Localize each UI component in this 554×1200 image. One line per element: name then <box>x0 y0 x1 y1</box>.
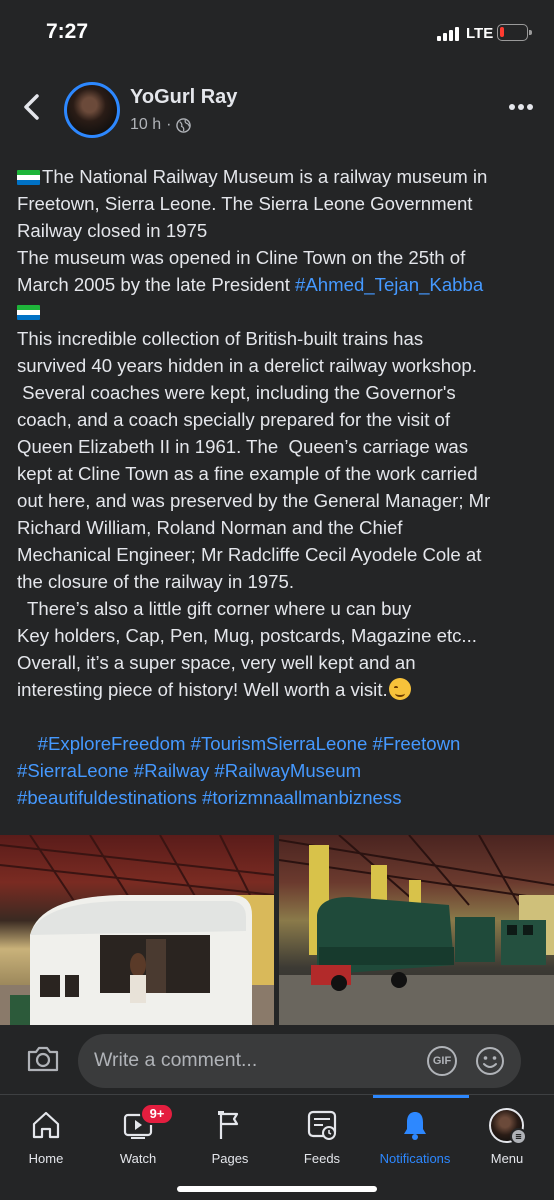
hashtag-link[interactable]: #ExploreFreedom #TourismSierraLeone #Fre… <box>38 733 461 754</box>
author-avatar[interactable] <box>64 82 120 138</box>
watch-badge: 9+ <box>140 1103 174 1125</box>
post-text-segment: Mechanical Engineer; Mr Radcliffe Cecil … <box>17 544 482 565</box>
post-line: Freetown, Sierra Leone. The Sierra Leone… <box>17 190 539 217</box>
sierra-leone-flag-icon <box>17 305 40 320</box>
sierra-leone-flag-icon <box>17 170 40 185</box>
post-line: Richard William, Roland Norman and the C… <box>17 514 539 541</box>
more-options-icon[interactable] <box>509 104 537 112</box>
gif-button[interactable]: GIF <box>427 1046 457 1076</box>
post-text: The National Railway Museum is a railway… <box>17 163 539 811</box>
hashtag-link[interactable]: #Ahmed_Tejan_Kabba <box>295 274 483 295</box>
post-line: #SierraLeone #Railway #RailwayMuseum <box>17 757 539 784</box>
smiling-emoji-icon <box>388 678 411 700</box>
post-text-segment: March 2005 by the late President <box>17 274 296 295</box>
home-icon <box>32 1111 60 1139</box>
post-text-segment: The National Railway Museum is a railway… <box>42 166 488 187</box>
post-text-segment: kept at Cline Town as a fine example of … <box>17 463 478 484</box>
post-text-segment: Railway closed in 1975 <box>17 220 208 241</box>
signal-icon <box>437 27 461 41</box>
hamburger-icon <box>510 1128 527 1145</box>
post-line: interesting piece of history! Well worth… <box>17 676 539 703</box>
bottom-nav: Home Watch 9+ Pages Feeds Notifications … <box>0 1094 554 1200</box>
post-line: The museum was opened in Cline Town on t… <box>17 244 539 271</box>
post-text-segment: Freetown, Sierra Leone. The Sierra Leone… <box>17 193 473 214</box>
photo-locomotives[interactable] <box>279 835 554 1025</box>
post-text-segment: Overall, it’s a super space, very well k… <box>17 652 416 673</box>
bell-icon <box>404 1112 426 1140</box>
post-line: Queen Elizabeth II in 1961. The Queen’s … <box>17 433 539 460</box>
post-line: Railway closed in 1975 <box>17 217 539 244</box>
post-text-segment: Richard William, Roland Norman and the C… <box>17 517 403 538</box>
post-line: the closure of the railway in 1975. <box>17 568 539 595</box>
status-bar: 7:27 LTE <box>0 0 554 66</box>
hashtag-link[interactable]: #beautifuldestinations #torizmnaallmanbi… <box>17 787 402 808</box>
nav-watch-label: Watch <box>119 1151 157 1166</box>
post-text-segment: interesting piece of history! Well worth… <box>17 679 388 700</box>
post-meta: 10 h · <box>130 116 192 134</box>
home-indicator <box>177 1186 377 1192</box>
nav-pages[interactable]: Pages <box>182 1095 278 1175</box>
post-text-segment: This incredible collection of British-bu… <box>17 328 424 349</box>
battery-icon <box>497 24 532 41</box>
comment-placeholder: Write a comment... <box>94 1049 258 1071</box>
globe-icon <box>176 117 192 133</box>
post-line: There’s also a little gift corner where … <box>17 595 539 622</box>
flag-icon <box>218 1111 239 1139</box>
emoji-icon[interactable] <box>475 1046 505 1076</box>
post-line: #beautifuldestinations #torizmnaallmanbi… <box>17 784 539 811</box>
nav-pages-label: Pages <box>211 1151 249 1166</box>
comment-input[interactable]: Write a comment... GIF <box>78 1034 521 1088</box>
back-chevron-icon[interactable] <box>20 92 44 122</box>
network-label: LTE <box>466 25 494 42</box>
post-text-segment: out here, and was preserved by the Gener… <box>17 490 491 511</box>
feeds-icon <box>307 1110 337 1140</box>
post-line <box>17 298 539 325</box>
post-line: Key holders, Cap, Pen, Mug, postcards, M… <box>17 622 539 649</box>
nav-feeds[interactable]: Feeds <box>274 1095 370 1175</box>
post-text-segment: The museum was opened in Cline Town on t… <box>17 247 466 268</box>
camera-icon[interactable] <box>26 1045 60 1073</box>
nav-home-label: Home <box>28 1151 64 1166</box>
post-time[interactable]: 10 h <box>130 116 161 134</box>
nav-feeds-label: Feeds <box>303 1151 341 1166</box>
post-line: out here, and was preserved by the Gener… <box>17 487 539 514</box>
post-line: kept at Cline Town as a fine example of … <box>17 460 539 487</box>
post-line: Overall, it’s a super space, very well k… <box>17 649 539 676</box>
post-text-segment: survived 40 years hidden in a derelict r… <box>17 355 477 376</box>
meta-separator: · <box>166 116 172 133</box>
hashtag-link[interactable]: #SierraLeone #Railway #RailwayMuseum <box>17 760 361 781</box>
post-line: survived 40 years hidden in a derelict r… <box>17 352 539 379</box>
post-line: #ExploreFreedom #TourismSierraLeone #Fre… <box>17 730 539 757</box>
nav-notifications[interactable]: Notifications <box>367 1095 463 1175</box>
post-text-segment: Queen Elizabeth II in 1961. The Queen’s … <box>17 436 469 457</box>
nav-home[interactable]: Home <box>0 1095 94 1175</box>
photo-railway-coach[interactable] <box>0 835 274 1025</box>
post-line: Several coaches were kept, including the… <box>17 379 539 406</box>
photo-grid <box>0 835 554 1025</box>
post-line: March 2005 by the late President #Ahmed_… <box>17 271 539 298</box>
nav-notifications-label: Notifications <box>379 1151 451 1166</box>
author-name[interactable]: YoGurl Ray <box>130 86 237 109</box>
post-text-segment: the closure of the railway in 1975. <box>17 571 294 592</box>
nav-menu-label: Menu <box>490 1151 524 1166</box>
post-line: This incredible collection of British-bu… <box>17 325 539 352</box>
post-header: YoGurl Ray 10 h · <box>0 66 554 150</box>
post-line: The National Railway Museum is a railway… <box>17 163 539 190</box>
post-text-segment: Several coaches were kept, including the… <box>17 382 456 403</box>
post-text-segment: There’s also a little gift corner where … <box>17 598 412 619</box>
comment-bar: Write a comment... GIF <box>0 1028 554 1094</box>
status-time: 7:27 <box>46 20 89 43</box>
post-text-segment <box>17 733 38 754</box>
post-line: coach, and a coach specially prepared fo… <box>17 406 539 433</box>
post-text-segment: coach, and a coach specially prepared fo… <box>17 409 451 430</box>
post-line <box>17 703 539 730</box>
post-line: Mechanical Engineer; Mr Radcliffe Cecil … <box>17 541 539 568</box>
post-text-segment: Key holders, Cap, Pen, Mug, postcards, M… <box>17 625 477 646</box>
